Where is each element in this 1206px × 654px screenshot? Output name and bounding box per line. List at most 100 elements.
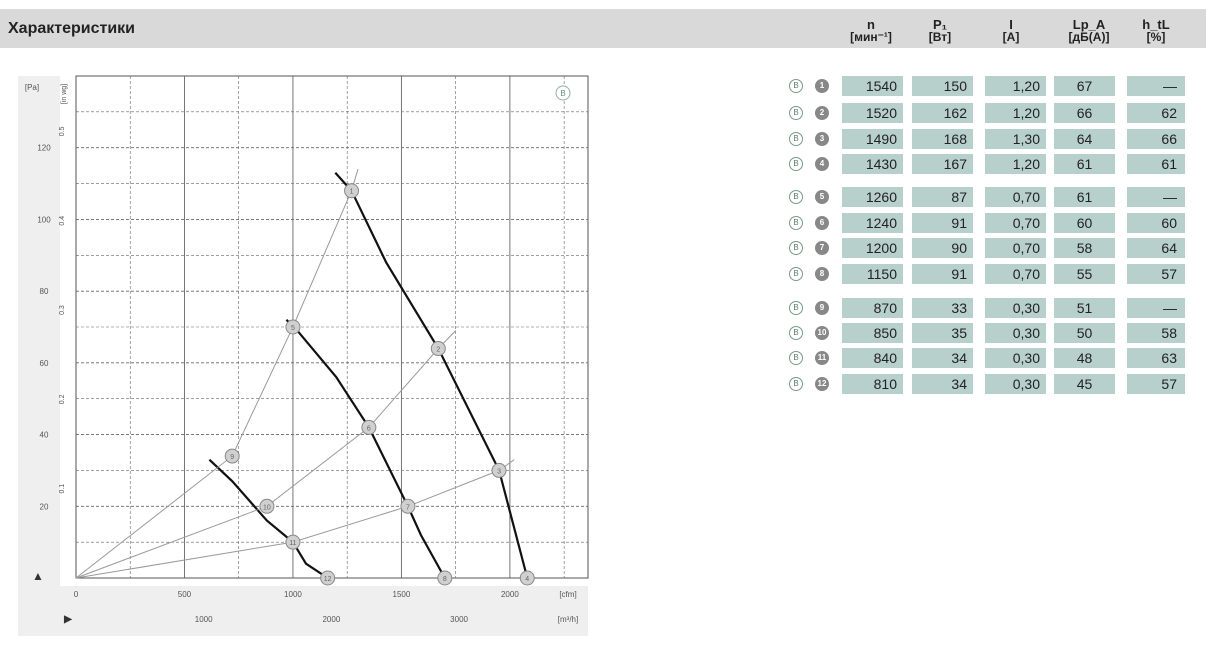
x-secondary-tick-label: 2000 (322, 615, 340, 624)
column-header-n: n [мин⁻¹] (836, 18, 906, 44)
code-badge: B (789, 267, 803, 281)
power-cell: 33 (912, 298, 973, 318)
efficiency-cell: 57 (1127, 264, 1185, 284)
y-axis-band (18, 76, 60, 612)
current-cell: 0,70 (985, 213, 1046, 233)
row-number-badge: 2 (815, 106, 829, 120)
y-secondary-tick-label: 0.4 (59, 216, 66, 226)
sound-level-cell: 55 (1054, 264, 1115, 284)
operating-point-label: 7 (406, 504, 410, 511)
column-unit: [%] (1146, 30, 1166, 44)
curve-code-label: B (560, 89, 565, 98)
sound-level-cell: 45 (1054, 374, 1115, 394)
page-title: Характеристики (8, 20, 136, 37)
row-number-badge: 9 (815, 301, 829, 315)
speed-cell: 850 (842, 323, 903, 343)
column-header-power: P₁ [Вт] (905, 18, 975, 44)
row-number-badge: 4 (815, 157, 829, 171)
sound-level-cell: 67 (1054, 76, 1115, 96)
sound-level-cell: 58 (1054, 238, 1115, 258)
operating-point-label: 12 (324, 576, 332, 583)
sound-level-cell: 64 (1054, 129, 1115, 149)
operating-point-label: 6 (367, 425, 371, 432)
column-header-current: I [A] (976, 18, 1046, 44)
operating-point-label: 5 (291, 325, 295, 332)
x-secondary-tick-label: 1000 (195, 615, 213, 624)
efficiency-cell: 60 (1127, 213, 1185, 233)
power-cell: 35 (912, 323, 973, 343)
code-badge: B (789, 132, 803, 146)
efficiency-cell: 64 (1127, 238, 1185, 258)
current-cell: 1,30 (985, 129, 1046, 149)
efficiency-cell: 57 (1127, 374, 1185, 394)
efficiency-cell: 62 (1127, 103, 1185, 123)
efficiency-cell: — (1127, 298, 1185, 318)
current-cell: 1,20 (985, 76, 1046, 96)
sound-level-cell: 61 (1054, 154, 1115, 174)
y-secondary-unit: [in wg] (61, 84, 68, 104)
operating-point-label: 8 (443, 576, 447, 583)
row-number-badge: 7 (815, 241, 829, 255)
speed-cell: 1540 (842, 76, 903, 96)
code-badge: B (789, 79, 803, 93)
row-number-badge: 5 (815, 190, 829, 204)
column-unit: [мин⁻¹] (850, 30, 892, 44)
efficiency-cell: 66 (1127, 129, 1185, 149)
x-tick-label: 0 (74, 590, 79, 599)
x-axis-unit: [cfm] (559, 590, 576, 599)
power-cell: 87 (912, 187, 973, 207)
current-cell: 0,30 (985, 323, 1046, 343)
power-cell: 168 (912, 129, 973, 149)
current-cell: 0,30 (985, 298, 1046, 318)
efficiency-cell: 58 (1127, 323, 1185, 343)
x-tick-label: 500 (178, 590, 192, 599)
y-tick-label: 40 (40, 431, 49, 440)
sound-level-cell: 66 (1054, 103, 1115, 123)
code-badge: B (789, 106, 803, 120)
y-tick-label: 80 (40, 287, 49, 296)
code-badge: B (789, 216, 803, 230)
speed-cell: 1260 (842, 187, 903, 207)
sound-level-cell: 51 (1054, 298, 1115, 318)
speed-cell: 1490 (842, 129, 903, 149)
code-badge: B (789, 190, 803, 204)
row-number-badge: 10 (815, 326, 829, 340)
code-badge: B (789, 301, 803, 315)
current-cell: 0,30 (985, 374, 1046, 394)
speed-cell: 870 (842, 298, 903, 318)
current-cell: 0,70 (985, 238, 1046, 258)
power-cell: 34 (912, 374, 973, 394)
speed-cell: 1240 (842, 213, 903, 233)
y-secondary-tick-label: 0.3 (59, 305, 66, 315)
speed-cell: 1200 (842, 238, 903, 258)
current-cell: 1,20 (985, 103, 1046, 123)
code-badge: B (789, 377, 803, 391)
current-cell: 0,70 (985, 187, 1046, 207)
power-cell: 90 (912, 238, 973, 258)
current-cell: 0,30 (985, 348, 1046, 368)
power-cell: 91 (912, 213, 973, 233)
speed-cell: 810 (842, 374, 903, 394)
row-number-badge: 3 (815, 132, 829, 146)
row-number-badge: 12 (815, 377, 829, 391)
speed-cell: 1520 (842, 103, 903, 123)
operating-point-label: 1 (350, 189, 354, 196)
speed-cell: 1150 (842, 264, 903, 284)
operating-point-label: 4 (525, 576, 529, 583)
row-number-badge: 1 (815, 79, 829, 93)
x-secondary-tick-label: 3000 (450, 615, 468, 624)
code-badge: B (789, 326, 803, 340)
power-cell: 167 (912, 154, 973, 174)
operating-point-label: 11 (289, 540, 296, 547)
column-unit: [Вт] (928, 30, 952, 44)
y-secondary-tick-label: 0.1 (59, 484, 66, 494)
sound-level-cell: 48 (1054, 348, 1115, 368)
efficiency-cell: 61 (1127, 154, 1185, 174)
sound-level-cell: 61 (1054, 187, 1115, 207)
current-cell: 1,20 (985, 154, 1046, 174)
operating-point-label: 9 (230, 454, 234, 461)
efficiency-cell: — (1127, 76, 1185, 96)
power-cell: 34 (912, 348, 973, 368)
x-tick-label: 1500 (393, 590, 411, 599)
efficiency-cell: — (1127, 187, 1185, 207)
